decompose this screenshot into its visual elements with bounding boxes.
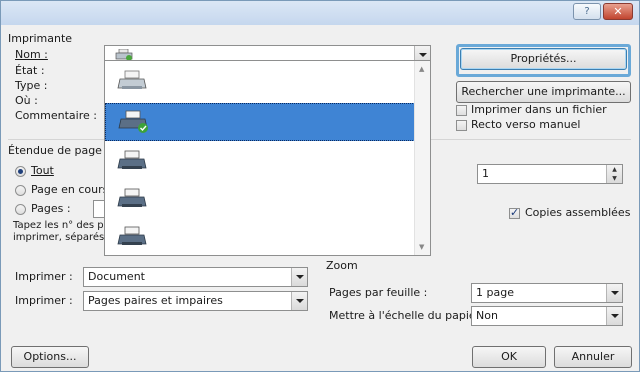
ok-button[interactable]: OK: [472, 346, 546, 368]
copies-value: 1: [482, 167, 489, 180]
chevron-down-icon[interactable]: [606, 307, 622, 325]
scroll-up-icon[interactable]: ▲: [419, 65, 424, 73]
range-current-label: Page en cours: [31, 183, 109, 196]
scale-to-paper-select[interactable]: Non: [471, 306, 623, 326]
printer-icon: [118, 110, 148, 133]
printer-list-item[interactable]: [105, 63, 415, 101]
range-all-radio[interactable]: [15, 166, 26, 177]
divider: [8, 139, 104, 140]
chevron-down-icon[interactable]: [606, 284, 622, 302]
range-pages-label: Pages :: [31, 202, 71, 215]
printer-icon: [117, 70, 147, 89]
chevron-down-icon[interactable]: [291, 292, 307, 310]
printer-comment-label: Commentaire :: [15, 109, 97, 122]
dropdown-scrollbar[interactable]: ▲ ▼: [414, 61, 430, 255]
zoom-group-label: Zoom: [326, 259, 358, 272]
title-bar: ? ✕: [1, 1, 639, 25]
collate-checkbox[interactable]: [509, 206, 520, 219]
printer-icon: [117, 226, 147, 245]
print-which-label: Imprimer :: [15, 294, 73, 307]
scale-to-paper-label: Mettre à l'échelle du papier :: [329, 309, 488, 322]
printer-name-label: Nom :: [15, 48, 48, 61]
print-dialog: ? ✕ Imprimante Nom : État : Type : Où : …: [0, 0, 640, 372]
pages-per-sheet-label: Pages par feuille :: [329, 286, 428, 299]
scale-to-paper-value: Non: [476, 309, 498, 322]
close-button[interactable]: ✕: [603, 3, 633, 20]
range-hint-line1: Tapez les n° des p: [13, 220, 104, 231]
print-what-label: Imprimer :: [15, 270, 73, 283]
range-current-radio[interactable]: [15, 185, 26, 196]
options-button[interactable]: Options...: [11, 346, 89, 368]
pages-per-sheet-select[interactable]: 1 page: [471, 283, 623, 303]
range-pages-radio[interactable]: [15, 204, 26, 215]
printer-list-item[interactable]: [105, 181, 415, 219]
print-which-select[interactable]: Pages paires et impaires: [83, 291, 308, 311]
print-what-value: Document: [88, 270, 145, 283]
find-printer-button[interactable]: Rechercher une imprimante...: [456, 81, 631, 103]
properties-button[interactable]: Propriétés...: [460, 48, 627, 70]
chevron-down-icon[interactable]: [291, 268, 307, 286]
collate-label: Copies assemblées: [525, 206, 631, 219]
range-hint-line2: imprimer, séparés: [13, 232, 105, 243]
help-button[interactable]: ?: [573, 3, 601, 20]
print-to-file-label: Imprimer dans un fichier: [471, 103, 607, 116]
printer-list-item[interactable]: [105, 143, 415, 181]
printer-list-item[interactable]: [105, 219, 415, 255]
printer-list-item-selected[interactable]: [105, 103, 415, 141]
spinner-arrows-icon[interactable]: ▲ ▼: [606, 165, 622, 183]
duplex-manual-label: Recto verso manuel: [471, 118, 581, 131]
printer-icon: [117, 188, 147, 207]
scroll-down-icon[interactable]: ▼: [419, 243, 424, 251]
printer-state-label: État :: [15, 64, 45, 77]
print-what-select[interactable]: Document: [83, 267, 308, 287]
pages-per-sheet-value: 1 page: [476, 286, 514, 299]
page-range-group-label: Étendue de page: [8, 144, 102, 157]
printer-dropdown-list: ▲ ▼: [104, 60, 431, 256]
printer-icon: [117, 150, 147, 169]
printer-group-label: Imprimante: [8, 32, 73, 45]
range-all-label: Tout: [31, 164, 54, 177]
printer-type-label: Type :: [15, 79, 48, 92]
cancel-button[interactable]: Annuler: [554, 346, 632, 368]
copies-spinner[interactable]: 1 ▲ ▼: [477, 164, 623, 184]
divider: [431, 139, 631, 140]
duplex-manual-checkbox[interactable]: [456, 120, 467, 131]
print-to-file-checkbox[interactable]: [456, 105, 467, 116]
print-which-value: Pages paires et impaires: [88, 294, 223, 307]
printer-where-label: Où :: [15, 94, 38, 107]
